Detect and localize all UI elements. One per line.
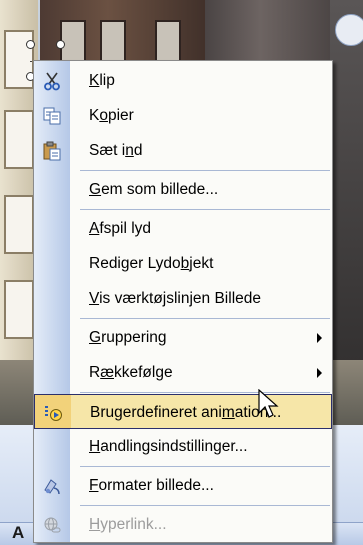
menu-separator [80,392,330,393]
menu-separator [80,505,330,506]
menu-item-label: Vis værktøjslinjen Billede [89,290,262,307]
menu-item-play-sound[interactable]: Afspil lyd [34,211,332,246]
menu-item-edit-sound-object[interactable]: Rediger Lydobjekt [34,246,332,281]
menu-item-label: Rediger Lydobjekt [89,255,214,272]
menu-separator [80,170,330,171]
menu-item-show-picture-toolbar[interactable]: Vis værktøjslinjen Billede [34,281,332,316]
menu-item-label: Brugerdefineret animation... [90,404,282,421]
menu-item-custom-animation[interactable]: Brugerdefineret animation... [34,394,332,429]
menu-item-paste[interactable]: Sæt ind [34,133,332,168]
scissors-icon [44,72,60,91]
menu-item-label: Klip [89,72,115,89]
hyperlink-icon [44,517,61,533]
menu-separator [80,209,330,210]
menu-item-hyperlink: Hyperlink... [34,507,332,542]
context-menu: Klip Kopier Sæt ind Gem som billede... A… [33,60,333,543]
menu-item-label: Hyperlink... [89,516,167,533]
photo-window [100,20,126,64]
submenu-arrow-icon [317,333,322,343]
slide-circle-button[interactable] [335,14,363,46]
menu-item-label: Formater billede... [89,477,214,494]
menu-item-order[interactable]: Rækkefølge [34,355,332,390]
paste-icon [43,141,61,161]
menu-item-label: Gem som billede... [89,181,219,198]
menu-item-label: Sæt ind [89,142,143,159]
resize-handle[interactable] [56,40,65,49]
menu-item-format-picture[interactable]: Formater billede... [34,468,332,503]
menu-separator [80,318,330,319]
menu-separator [80,466,330,467]
resize-handle[interactable] [26,40,35,49]
photo-window [4,110,34,169]
font-color-icon[interactable]: A [12,523,24,543]
menu-item-copy[interactable]: Kopier [34,98,332,133]
copy-icon [43,107,61,125]
menu-item-save-as-picture[interactable]: Gem som billede... [34,172,332,207]
animation-icon [45,406,62,421]
menu-item-label: Handlingsindstillinger... [89,438,248,455]
menu-item-label: Rækkefølge [89,364,173,381]
menu-item-label: Kopier [89,107,134,124]
photo-window [4,195,34,254]
menu-item-label: Gruppering [89,329,167,346]
photo-window [155,20,181,64]
mouse-pointer-icon [258,389,279,418]
menu-item-cut[interactable]: Klip [34,63,332,98]
submenu-arrow-icon [317,368,322,378]
photo-window [4,280,34,339]
menu-item-label: Afspil lyd [89,220,152,237]
format-picture-icon [44,479,60,495]
menu-item-action-settings[interactable]: Handlingsindstillinger... [34,429,332,464]
photo-right-wall [330,0,363,420]
menu-item-grouping[interactable]: Gruppering [34,320,332,355]
